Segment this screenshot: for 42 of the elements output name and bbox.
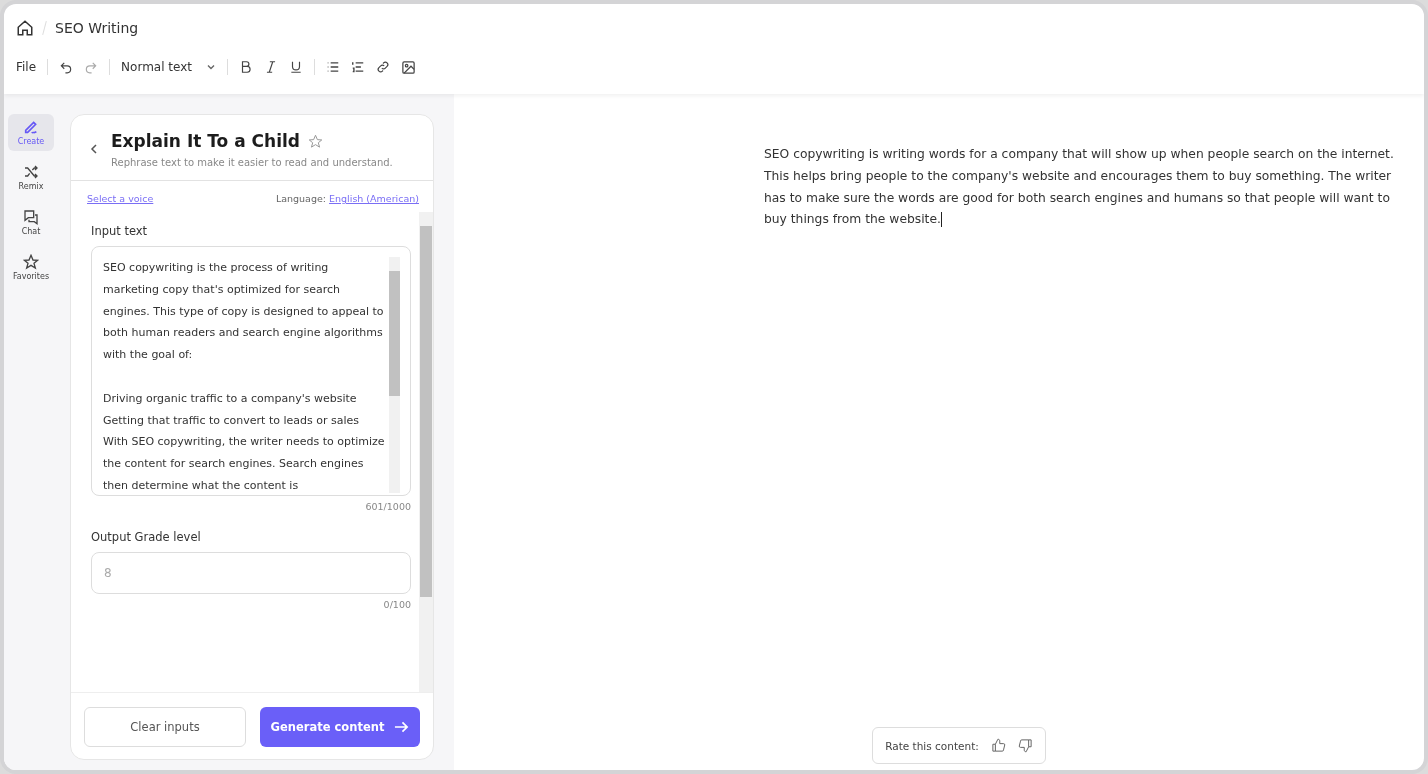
- nav-item[interactable]: Favorites: [8, 249, 54, 286]
- nav-item[interactable]: Chat: [8, 204, 54, 241]
- character-count: 0/100: [382, 599, 411, 610]
- panel-subtitle: Rephrase text to make it easier to read and understand.: [111, 157, 393, 168]
- panel-title: Explain It To a Child: [111, 131, 300, 151]
- generate-content-button[interactable]: Generate content: [260, 707, 420, 747]
- thumbs-down-icon[interactable]: [1017, 738, 1033, 753]
- text-style-dropdown[interactable]: Normal text: [121, 60, 216, 74]
- select-voice-link[interactable]: Select a voice: [87, 193, 154, 204]
- nav-item[interactable]: Remix: [8, 159, 54, 196]
- input-text-area[interactable]: SEO copywriting is the process of writing marketing copy that's optimized for search engines. This type of copy is designed to appeal to both human readers and search engine algorithms with the goal of: Driving organic traffic to a company's website Getting that traffic to convert to leads or sales With SEO copywriting, the writer needs to optimize the content for search engines. Search engines then determine what the content is: [91, 246, 411, 496]
- arrow-right-icon: [394, 720, 410, 734]
- caret-icon: [206, 62, 216, 72]
- pen-icon: [23, 119, 39, 135]
- clear-inputs-button[interactable]: Clear inputs: [84, 707, 246, 747]
- character-count: 601/1000: [364, 501, 411, 512]
- thumbs-up-icon[interactable]: [990, 738, 1006, 753]
- link-icon[interactable]: [376, 60, 390, 74]
- field-label: Input text: [91, 224, 149, 238]
- home-icon[interactable]: [16, 19, 34, 37]
- undo-icon[interactable]: [59, 60, 74, 74]
- numbered-list-icon[interactable]: [351, 60, 365, 74]
- language-link[interactable]: English (American): [329, 193, 419, 204]
- image-icon[interactable]: [401, 59, 416, 75]
- grade-level-field[interactable]: 8: [91, 552, 411, 594]
- output-text: SEO copywriting is writing words for a company that will show up when people search on the internet. This helps bring people to the company's website and encourages them to buy something. The writer has to make sure the words are good for both search engines and humans so that people will want to buy things from the website.: [764, 146, 1395, 230]
- file-menu[interactable]: File: [16, 60, 37, 74]
- scrollbar[interactable]: [389, 257, 400, 493]
- bold-icon[interactable]: [239, 60, 253, 74]
- field-label: Output Grade level: [91, 530, 202, 544]
- panel-scrollbar[interactable]: [419, 212, 433, 692]
- chat-icon: [23, 209, 39, 225]
- underline-icon[interactable]: [289, 60, 303, 74]
- document-title: SEO Writing: [55, 20, 139, 36]
- shuffle-icon: [23, 164, 39, 180]
- rate-label: Rate this content:: [885, 739, 979, 752]
- star-icon: [23, 254, 39, 270]
- italic-icon[interactable]: [264, 60, 278, 74]
- language-label: Language:: [275, 193, 326, 204]
- back-icon[interactable]: [89, 143, 99, 155]
- nav-item[interactable]: Create: [8, 114, 54, 151]
- favorite-star-icon[interactable]: [308, 133, 323, 149]
